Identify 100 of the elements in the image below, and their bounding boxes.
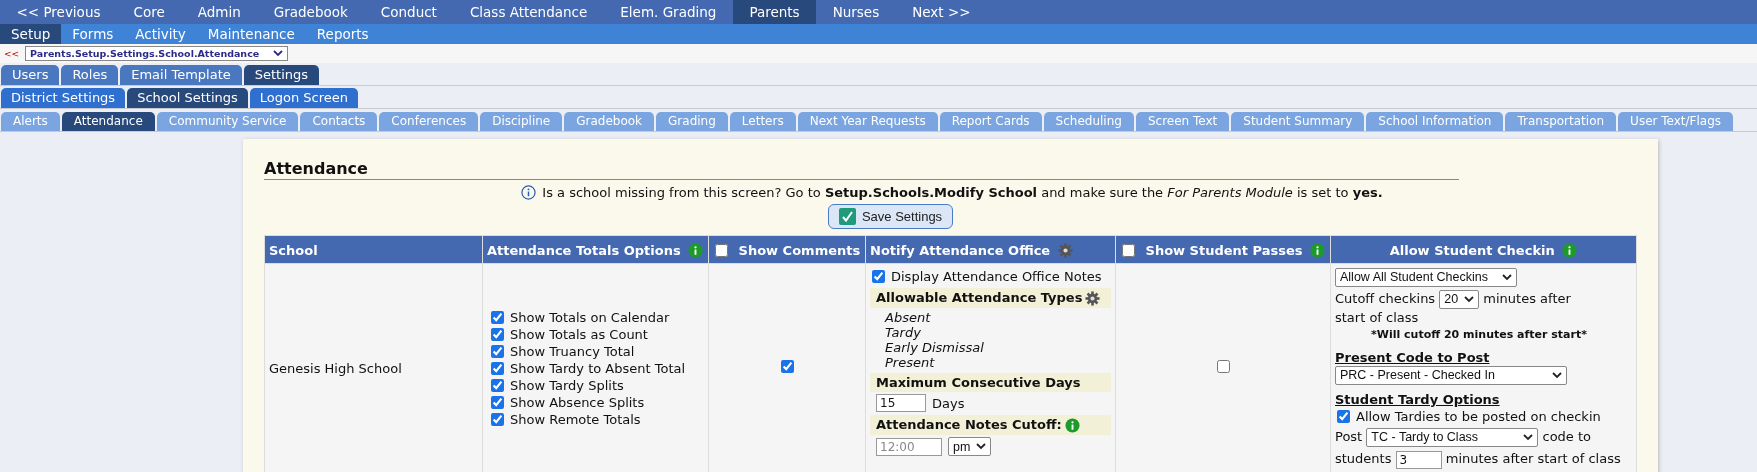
checkbox-label: Show Totals on Calendar [510,308,670,326]
checkbox[interactable] [1337,410,1350,423]
info-icon[interactable] [1562,242,1578,258]
tab[interactable]: Alerts [1,112,60,131]
tab[interactable]: Screen Text [1135,112,1230,131]
settings-icon[interactable] [1057,242,1073,258]
info-icon [521,185,537,200]
tab[interactable]: Email Template [120,65,242,85]
subsection-heading: Maximum Consecutive Days [870,373,1111,392]
checkbox[interactable] [491,344,504,358]
checkbox-label: Show Absence Splits [510,393,645,411]
menu-item[interactable]: << Previous [0,0,117,24]
menu-item[interactable]: Setup [0,24,62,44]
tab[interactable]: Roles [61,65,119,85]
days-field[interactable]: 15 [876,394,926,412]
tardy-code-dropdown[interactable]: TC - Tardy to Class [1366,428,1539,447]
minutes-field[interactable]: 3 [1395,450,1442,469]
attendance-type: Tardy [885,325,922,340]
cutoff-note: *Will cutoff 20 minutes after start* [1370,327,1588,343]
header-checkbox[interactable] [1122,243,1135,257]
menu-item[interactable]: Core [116,0,182,24]
info-icon[interactable] [1064,418,1080,433]
menu-item[interactable]: Admin [181,0,258,24]
field-label: start of class [1335,309,1420,326]
checkbox[interactable] [491,327,504,341]
time-field[interactable]: 12:00 [876,437,942,456]
tab[interactable]: Logon Screen [249,88,359,108]
menu-item[interactable]: Gradebook [257,0,365,24]
info-message: Is a school missing from this screen? Go to Setup.Schools.Modify School and make sure the For Parents Module is set to yes. [542,185,1383,200]
subsection-heading: Present Code to Post [1335,349,1491,366]
menu-item[interactable]: Reports [305,24,380,44]
breadcrumb-dropdown[interactable]: Parents.Setup.Settings.School.Attendance [25,46,289,61]
tab[interactable]: Users [1,65,60,85]
present-code-dropdown[interactable]: PRC - Present - Checked In [1335,366,1567,385]
minutes-dropdown[interactable]: 20 [1439,290,1480,309]
field-label: minutes after [1483,291,1571,306]
menu-item[interactable]: Nurses [816,0,896,24]
attendance-type: Early Dismissal [885,340,985,355]
caret-icon [273,50,284,57]
ampm-dropdown[interactable]: pm [948,437,992,456]
checkbox[interactable] [491,361,504,375]
attendance-type: Present [885,355,936,370]
checkbox[interactable] [491,310,504,324]
caret-icon [1552,372,1562,379]
checkbox-label: Show Tardy to Absent Total [510,359,686,377]
checkbox[interactable] [491,378,504,392]
tab[interactable]: Gradebook [564,112,655,131]
checkbox-label: Show Totals as Count [510,325,648,343]
checkbox[interactable] [491,412,504,426]
menu-item[interactable]: Forms [61,24,125,44]
checkbox-label: Display Attendance Office Notes [891,268,1102,285]
tab[interactable]: Settings [243,65,320,85]
menu-item[interactable]: Conduct [364,0,454,24]
menu-item[interactable]: Parents [732,0,817,24]
tab[interactable]: Letters [729,112,796,131]
save-button[interactable]: Save Settings [827,204,954,229]
tab[interactable]: District Settings [1,88,126,108]
tab[interactable]: Grading [656,112,728,131]
menu-item[interactable]: Elem. Grading [603,0,733,24]
checkbox[interactable] [491,395,504,409]
back-link[interactable]: << [4,48,20,59]
settings-icon[interactable] [1085,291,1101,306]
checkbox[interactable] [1216,360,1230,374]
attendance-type: Absent [885,310,932,325]
checkbox-label: Show Tardy Splits [510,376,624,394]
info-icon[interactable] [688,242,704,258]
tab[interactable]: Attendance [61,112,155,131]
menu-item[interactable]: Maintenance [196,24,306,44]
checkbox[interactable] [780,360,794,374]
checkbox-label: Allow Tardies to be posted on checkin [1356,408,1601,425]
header-checkbox[interactable] [715,243,728,257]
checkbox[interactable] [872,270,885,283]
tab[interactable]: Transportation [1505,112,1617,131]
tab[interactable]: Next Year Requests [797,112,938,131]
column-header: School [264,235,483,264]
column-header: Show Comments [708,235,866,264]
tab[interactable]: Student Summary [1231,112,1365,131]
field-label: Days [932,395,965,411]
tab[interactable]: School Settings [127,88,248,108]
field-label: code to [1542,429,1592,444]
caret-icon [1523,434,1534,441]
tab[interactable]: Discipline [480,112,563,131]
caret-icon [1502,274,1512,281]
tab[interactable]: Report Cards [939,112,1042,131]
caret-icon [1464,296,1475,303]
checkin-dropdown[interactable]: Allow All Student Checkins [1335,268,1517,287]
column-header: Show Student Passes [1115,235,1331,264]
info-icon[interactable] [1310,242,1326,258]
checkmark-icon [838,208,856,225]
tab[interactable]: Community Service [156,112,299,131]
tab[interactable]: User Text/Flags [1618,112,1734,131]
table-cell: Genesis High School [264,263,483,472]
menu-item[interactable]: Class Attendance [453,0,604,24]
checkbox-label: Show Remote Totals [510,410,641,428]
menu-item[interactable]: Next >> [895,0,988,24]
tab[interactable]: Contacts [300,112,378,131]
tab[interactable]: Conferences [379,112,479,131]
tab[interactable]: Scheduling [1043,112,1134,131]
menu-item[interactable]: Activity [124,24,197,44]
tab[interactable]: School Information [1366,112,1504,131]
